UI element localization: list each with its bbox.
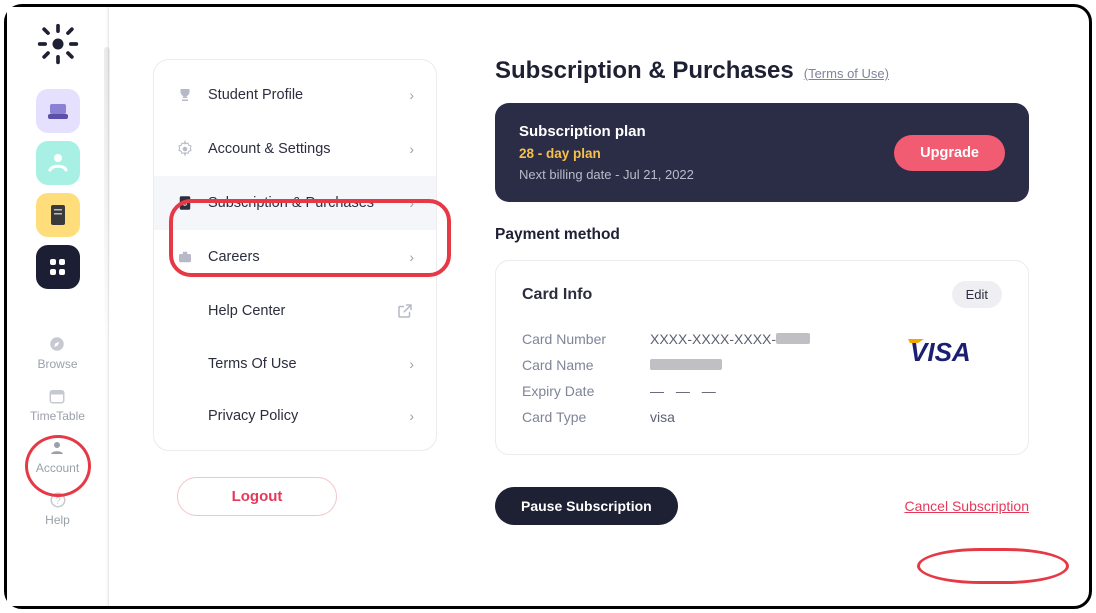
card-info-heading: Card Info <box>522 286 592 304</box>
rail-item-timetable[interactable]: TimeTable <box>30 383 85 427</box>
external-link-icon <box>396 302 414 320</box>
shortcut-tile-4[interactable] <box>36 245 80 289</box>
shortcut-tile-3[interactable] <box>36 193 80 237</box>
visa-icon: VISA <box>906 333 1006 367</box>
plan-next-billing: Next billing date - Jul 21, 2022 <box>519 167 694 182</box>
card-expiry-value: — — — <box>650 383 720 399</box>
menu-label: Terms Of Use <box>208 356 297 372</box>
plan-heading: Subscription plan <box>519 123 694 140</box>
menu-label: Help Center <box>208 303 285 319</box>
briefcase-icon <box>176 248 194 266</box>
notebook-icon <box>49 204 67 226</box>
chevron-right-icon: › <box>409 249 414 265</box>
cancel-subscription-link[interactable]: Cancel Subscription <box>904 498 1029 514</box>
plan-duration: 28 - day plan <box>519 146 694 161</box>
card-type-row: Card Type visa <box>522 404 1002 430</box>
menu-label: Careers <box>208 249 260 265</box>
menu-item-account-settings[interactable]: Account & Settings › <box>154 122 436 176</box>
rail-label: Help <box>45 513 70 527</box>
redacted-segment <box>650 359 722 370</box>
rail-label: TimeTable <box>30 409 85 423</box>
app-logo[interactable] <box>35 21 81 67</box>
redacted-segment <box>776 333 810 344</box>
chevron-right-icon: › <box>409 408 414 424</box>
gear-icon <box>176 140 194 158</box>
calendar-icon <box>48 387 66 405</box>
card-expiry-label: Expiry Date <box>522 383 622 399</box>
menu-item-terms-of-use[interactable]: Terms Of Use › <box>154 338 436 390</box>
card-brand-logo: VISA <box>906 333 1006 367</box>
person-meditate-icon <box>47 152 69 174</box>
terms-of-use-link[interactable]: (Terms of Use) <box>804 66 889 81</box>
settings-panel: Student Profile › Account & Settings › $… <box>153 59 437 606</box>
typewriter-icon <box>46 102 70 120</box>
svg-text:VISA: VISA <box>910 337 971 367</box>
settings-menu: Student Profile › Account & Settings › $… <box>153 59 437 451</box>
rail-item-account[interactable]: Account <box>36 435 79 479</box>
shortcut-tile-2[interactable] <box>36 141 80 185</box>
card-name-label: Card Name <box>522 357 622 373</box>
logout-button[interactable]: Logout <box>177 477 337 516</box>
card-number-value: XXXX-XXXX-XXXX- <box>650 331 776 347</box>
card-number-label: Card Number <box>522 331 622 347</box>
chevron-right-icon: › <box>409 356 414 372</box>
main-content: Subscription & Purchases (Terms of Use) … <box>455 7 1089 606</box>
card-expiry-row: Expiry Date — — — <box>522 378 1002 404</box>
sunburst-logo-icon <box>36 22 80 66</box>
rail-scroll-shadow <box>104 47 110 347</box>
rail-item-help[interactable]: ? Help <box>45 487 70 531</box>
help-circle-icon: ? <box>49 491 67 509</box>
card-info-card: Card Info Edit Card Number XXXX-XXXX-XXX… <box>495 260 1029 455</box>
shortcut-tile-1[interactable] <box>36 89 80 133</box>
edit-card-button[interactable]: Edit <box>952 281 1002 308</box>
rail-label: Browse <box>37 357 77 371</box>
chevron-right-icon: › <box>409 87 414 103</box>
menu-item-student-profile[interactable]: Student Profile › <box>154 68 436 122</box>
subscription-actions: Pause Subscription Cancel Subscription <box>495 487 1029 525</box>
plan-card: Subscription plan 28 - day plan Next bil… <box>495 103 1029 202</box>
chevron-right-icon: › <box>409 141 414 157</box>
menu-label: Student Profile <box>208 87 303 103</box>
dots-grid-icon <box>47 256 69 278</box>
page-title: Subscription & Purchases <box>495 57 794 85</box>
menu-item-help-center[interactable]: Help Center <box>154 284 436 338</box>
pause-subscription-button[interactable]: Pause Subscription <box>495 487 678 525</box>
receipt-icon: $ <box>176 194 194 212</box>
menu-label: Account & Settings <box>208 141 331 157</box>
rail-label: Account <box>36 461 79 475</box>
card-type-label: Card Type <box>522 409 622 425</box>
rail-item-browse[interactable]: Browse <box>37 331 77 375</box>
left-rail: Browse TimeTable Account ? Help <box>7 7 109 606</box>
compass-icon <box>48 335 66 353</box>
person-icon <box>48 439 66 457</box>
chevron-right-icon: › <box>409 195 414 211</box>
trophy-icon <box>176 86 194 104</box>
menu-label: Subscription & Purchases <box>208 195 374 211</box>
upgrade-button[interactable]: Upgrade <box>894 135 1005 171</box>
payment-method-heading: Payment method <box>495 226 1029 244</box>
menu-item-subscription-purchases[interactable]: $ Subscription & Purchases › <box>154 176 436 230</box>
card-type-value: visa <box>650 409 675 425</box>
menu-item-privacy-policy[interactable]: Privacy Policy › <box>154 390 436 442</box>
menu-item-careers[interactable]: Careers › <box>154 230 436 284</box>
svg-text:?: ? <box>55 496 61 507</box>
menu-label: Privacy Policy <box>208 408 298 424</box>
